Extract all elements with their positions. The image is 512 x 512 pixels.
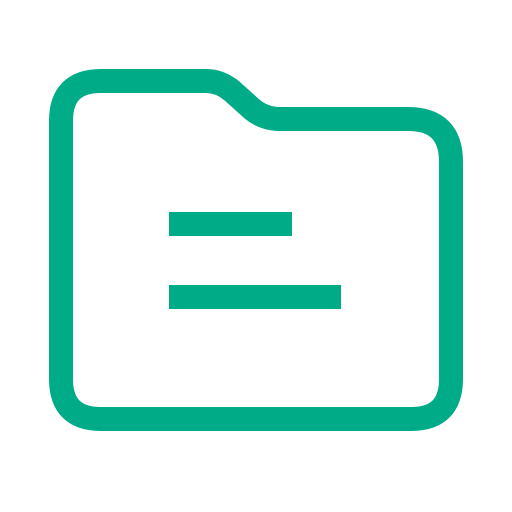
icon-canvas: [0, 0, 512, 512]
short-text-line: [169, 212, 292, 236]
folder-document-icon: [49, 69, 463, 431]
long-text-line: [169, 285, 341, 309]
folder-outline: [49, 69, 463, 431]
